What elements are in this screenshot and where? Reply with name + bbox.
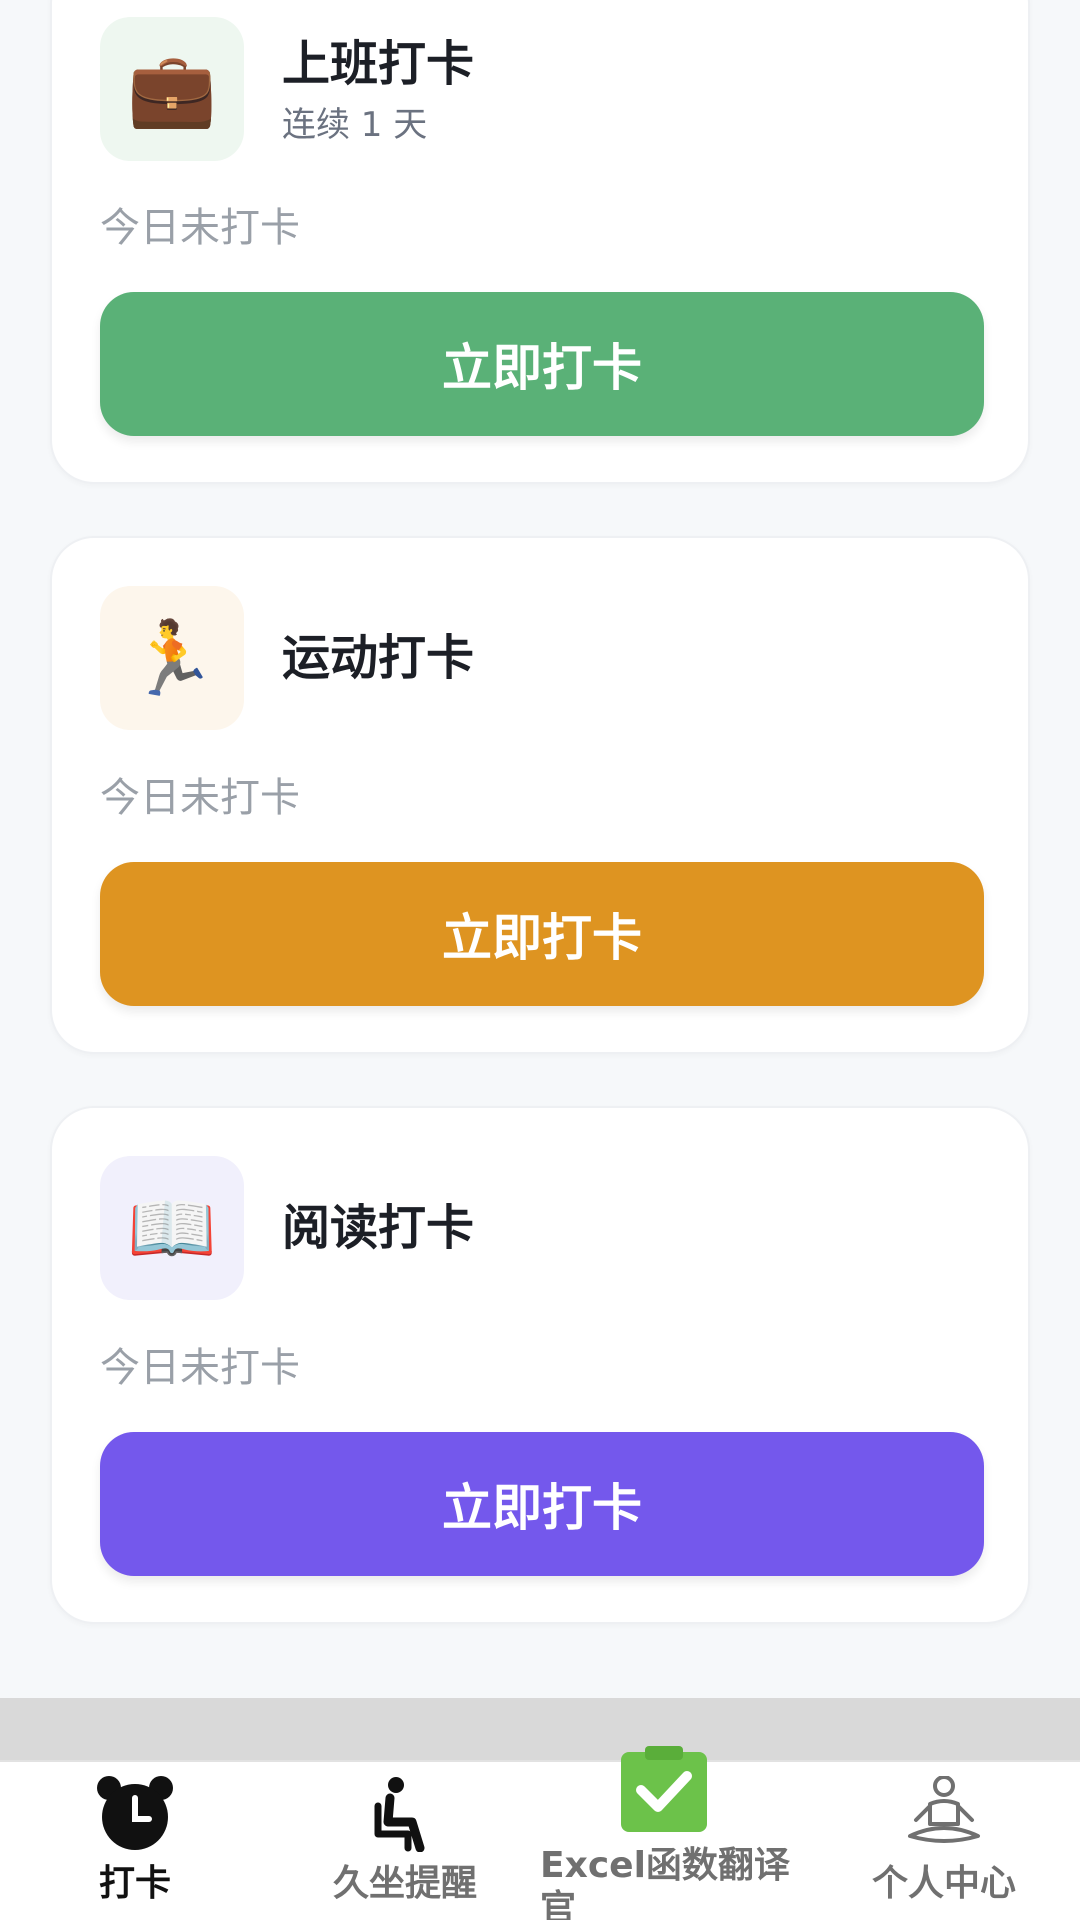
bottom-tab-bar: 打卡 久坐提醒 Excel函数翻译官 个人中心 xyxy=(0,1746,1080,1920)
checkin-status: 今日未打卡 xyxy=(100,775,300,821)
briefcase-icon: 💼 xyxy=(100,17,244,161)
checkin-button-label: 立即打卡 xyxy=(442,910,642,966)
checkin-card-exercise: 🏃 运动打卡 今日未打卡 立即打卡 xyxy=(50,536,1030,1054)
running-person-icon: 🏃 xyxy=(100,586,244,730)
card-title: 上班打卡 xyxy=(282,36,475,92)
checkin-button-exercise[interactable]: 立即打卡 xyxy=(100,862,984,1006)
tab-label: 久坐提醒 xyxy=(332,1863,477,1904)
checkin-button-work[interactable]: 立即打卡 xyxy=(100,292,984,436)
checkin-button-reading[interactable]: 立即打卡 xyxy=(100,1432,984,1576)
checkin-button-label: 立即打卡 xyxy=(442,1480,642,1536)
alarm-clock-icon xyxy=(95,1774,175,1856)
meditation-icon xyxy=(906,1775,982,1850)
clipboard-check-icon xyxy=(621,1746,707,1836)
checkin-button-label: 立即打卡 xyxy=(442,340,642,396)
tab-label: Excel函数翻译官 xyxy=(540,1845,790,1920)
seated-person-icon xyxy=(372,1776,438,1856)
tab-profile[interactable]: 个人中心 xyxy=(866,1762,1022,1920)
card-title: 运动打卡 xyxy=(282,630,475,686)
tab-excel-translator[interactable]: Excel函数翻译官 xyxy=(534,1746,794,1920)
tab-sedentary-reminder[interactable]: 久坐提醒 xyxy=(320,1762,490,1920)
checkin-status: 今日未打卡 xyxy=(100,1345,300,1391)
streak-text: 连续 1 天 xyxy=(282,105,428,145)
tab-label: 个人中心 xyxy=(871,1863,1016,1904)
tab-checkin[interactable]: 打卡 xyxy=(60,1762,210,1920)
checkin-screen: 💼 上班打卡 连续 1 天 今日未打卡 立即打卡 🏃 运动打卡 今日未打卡 立即… xyxy=(0,0,1080,1920)
tabbar-top-band xyxy=(0,1698,1080,1760)
tab-label: 打卡 xyxy=(98,1863,171,1904)
card-title: 阅读打卡 xyxy=(282,1200,475,1256)
checkin-status: 今日未打卡 xyxy=(100,205,300,251)
open-book-icon: 📖 xyxy=(100,1156,244,1300)
checkin-card-work: 💼 上班打卡 连续 1 天 今日未打卡 立即打卡 xyxy=(50,0,1030,484)
checkin-card-reading: 📖 阅读打卡 今日未打卡 立即打卡 xyxy=(50,1106,1030,1624)
